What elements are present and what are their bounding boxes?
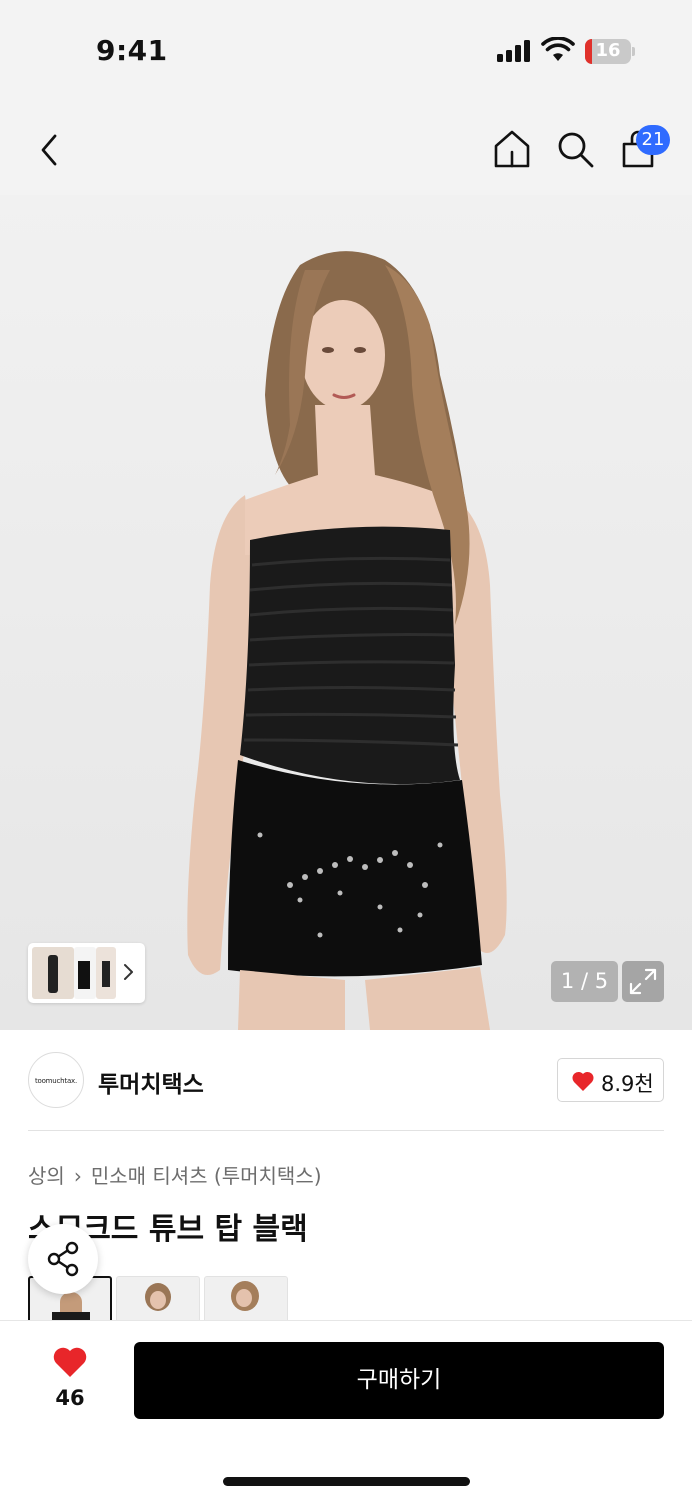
wishlist-heart-icon[interactable] <box>52 1346 88 1378</box>
battery-level: 16 <box>595 40 621 61</box>
wishlist-count: 46 <box>55 1386 85 1410</box>
share-icon <box>47 1241 79 1277</box>
breadcrumb: 상의 › 민소매 티셔츠 (투머치택스) <box>28 1160 322 1189</box>
buy-button[interactable]: 구매하기 <box>134 1342 664 1419</box>
gallery-thumbnail-strip[interactable] <box>28 943 145 1003</box>
chevron-right-icon[interactable] <box>122 961 136 983</box>
chevron-right-icon: › <box>73 1164 82 1188</box>
search-icon[interactable] <box>555 129 595 169</box>
back-icon[interactable] <box>34 130 64 170</box>
home-indicator <box>223 1477 470 1486</box>
image-counter: 1 / 5 <box>551 961 618 1002</box>
breadcrumb-level1[interactable]: 상의 <box>28 1164 65 1188</box>
brand-like-count: 8.9천 <box>601 1072 654 1096</box>
battery-cap <box>632 47 635 56</box>
brand-name[interactable]: 투머치택스 <box>98 1065 204 1099</box>
expand-icon[interactable] <box>622 961 664 1002</box>
share-button[interactable] <box>28 1224 98 1294</box>
status-time: 9:41 <box>96 34 168 67</box>
home-icon[interactable] <box>492 128 532 170</box>
variant-thumbnail-2[interactable] <box>116 1276 200 1326</box>
thumbnail-model <box>32 947 74 999</box>
battery-icon: 16 <box>585 39 631 64</box>
thumbnail-side <box>96 947 116 999</box>
heart-icon <box>572 1071 594 1091</box>
signal-icon <box>497 40 531 62</box>
cart-count-badge[interactable]: 21 <box>636 125 670 155</box>
product-hero-image[interactable] <box>0 195 692 1030</box>
brand-logo[interactable]: toomuchtax. <box>28 1052 84 1108</box>
model-photo <box>187 251 507 1030</box>
wifi-icon <box>541 37 575 61</box>
brand-like-button[interactable]: 8.9천 <box>557 1058 664 1102</box>
thumbnail-front <box>74 947 96 999</box>
divider <box>28 1130 664 1131</box>
variant-thumbnail-3[interactable] <box>204 1276 288 1326</box>
breadcrumb-level2[interactable]: 민소매 티셔츠 (투머치택스) <box>91 1164 322 1188</box>
status-bar: 9:41 16 <box>0 0 692 100</box>
